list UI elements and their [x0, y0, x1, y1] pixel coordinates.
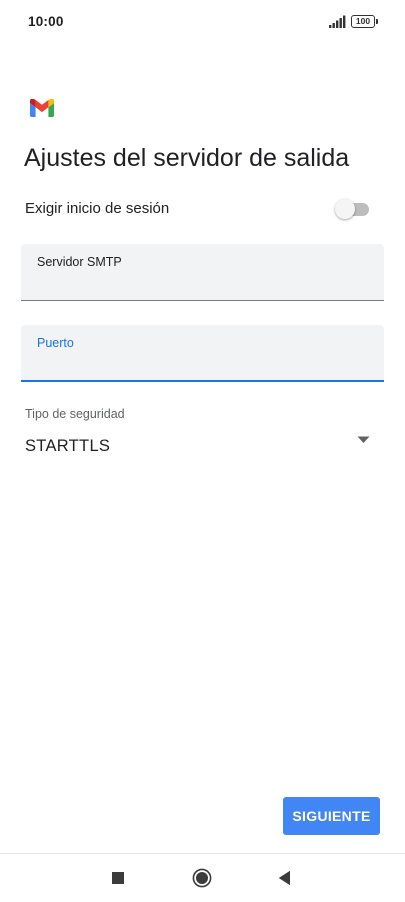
port-field[interactable]: Puerto: [21, 325, 384, 382]
status-time: 10:00: [28, 14, 64, 29]
smtp-server-field[interactable]: Servidor SMTP: [21, 244, 384, 301]
dropdown-arrow-icon: [357, 436, 370, 443]
smtp-server-label: Servidor SMTP: [37, 255, 122, 269]
toggle-thumb: [335, 199, 355, 219]
home-icon[interactable]: [192, 868, 212, 888]
security-type-label: Tipo de seguridad: [25, 407, 125, 421]
battery-icon: 100: [351, 15, 378, 28]
page-title: Ajustes del servidor de salida: [24, 144, 350, 172]
recents-icon[interactable]: [112, 872, 124, 884]
signal-icon: [329, 15, 346, 28]
back-icon[interactable]: [278, 870, 291, 886]
security-type-value: STARTTLS: [25, 437, 111, 455]
gmail-logo: [30, 99, 54, 117]
next-button[interactable]: SIGUIENTE: [283, 797, 380, 835]
status-bar: 10:00 100: [0, 0, 405, 44]
port-input[interactable]: [37, 353, 367, 375]
require-login-label: Exigir inicio de sesión: [25, 200, 170, 217]
screen: 10:00 100 Ajustes del servidor de salida…: [0, 0, 405, 902]
require-login-row: Exigir inicio de sesión: [0, 192, 405, 226]
smtp-server-input[interactable]: [37, 272, 367, 294]
nav-divider: [0, 853, 405, 854]
port-label: Puerto: [37, 336, 74, 350]
battery-tip: [376, 19, 378, 24]
battery-level: 100: [351, 15, 375, 28]
security-type-dropdown[interactable]: STARTTLS: [0, 430, 405, 464]
require-login-toggle[interactable]: [335, 199, 369, 219]
